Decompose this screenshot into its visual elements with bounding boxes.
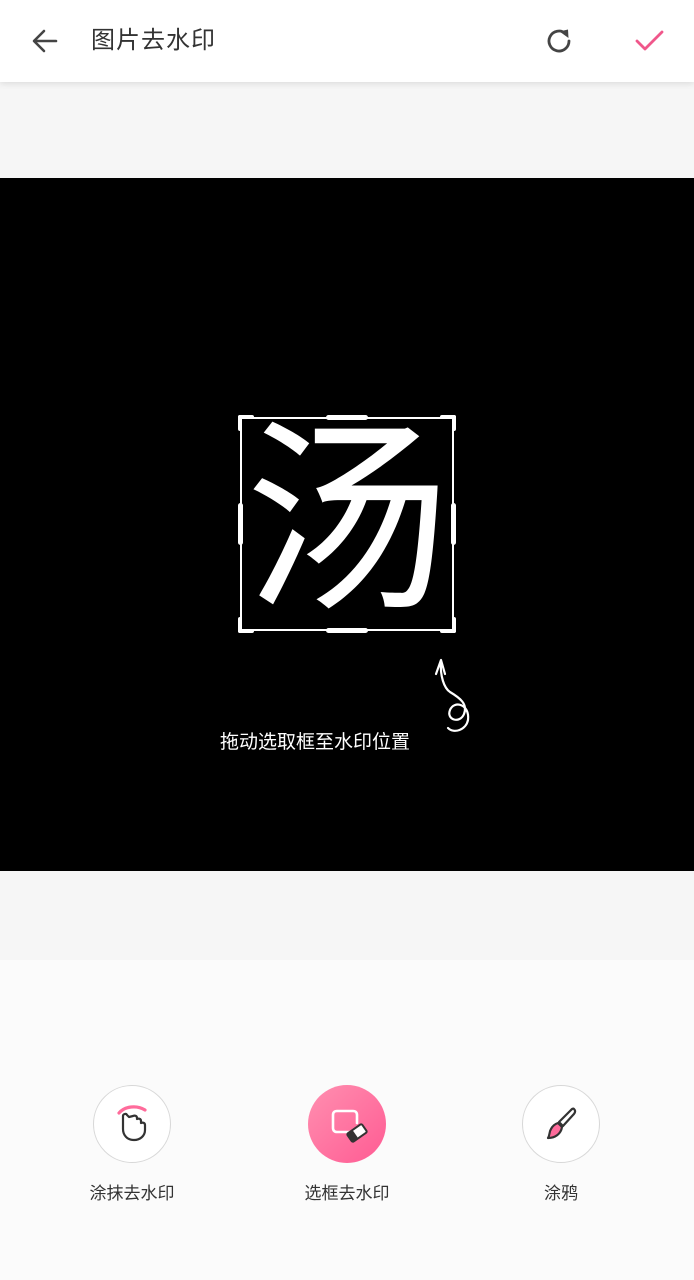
tool-frame-label: 选框去水印 (304, 1184, 390, 1204)
hint-text: 拖动选取框至水印位置 (220, 731, 411, 753)
page-title: 图片去水印 (91, 26, 216, 54)
tool-frame[interactable]: 选框去水印 (267, 1085, 427, 1215)
arrow-left-icon (32, 29, 58, 53)
tool-smear[interactable]: 涂抹去水印 (52, 1085, 212, 1215)
tool-frame-button[interactable] (308, 1085, 386, 1163)
hand-smear-icon (117, 1105, 147, 1142)
reset-button[interactable] (536, 18, 582, 64)
edge-handle-top[interactable] (326, 415, 368, 420)
refresh-icon (547, 29, 571, 53)
tool-smear-label: 涂抹去水印 (89, 1184, 175, 1204)
tool-doodle-label: 涂鸦 (544, 1184, 578, 1204)
confirm-button[interactable] (626, 18, 672, 64)
edge-handle-right[interactable] (451, 503, 456, 545)
tool-doodle[interactable]: 涂鸦 (481, 1085, 641, 1215)
edge-handle-bottom[interactable] (326, 628, 368, 633)
corner-handle-top-left-v[interactable] (238, 415, 242, 431)
app-root: 图片去水印 汤 拖动选取框至水印位置 涂抹去水印 选框去水印 涂鸦 (0, 0, 694, 1280)
edge-handle-left[interactable] (238, 503, 243, 545)
brush-icon (546, 1107, 577, 1140)
back-button[interactable] (22, 18, 68, 64)
tool-smear-button[interactable] (93, 1085, 171, 1163)
selection-frame[interactable] (238, 415, 456, 633)
corner-handle-bottom-right-v[interactable] (452, 617, 456, 633)
tool-doodle-button[interactable] (522, 1085, 600, 1163)
check-icon (635, 30, 664, 51)
corner-handle-bottom-left-v[interactable] (238, 617, 242, 633)
corner-handle-top-right-v[interactable] (452, 415, 456, 431)
top-bar: 图片去水印 (0, 0, 694, 82)
frame-eraser-icon (331, 1109, 368, 1143)
